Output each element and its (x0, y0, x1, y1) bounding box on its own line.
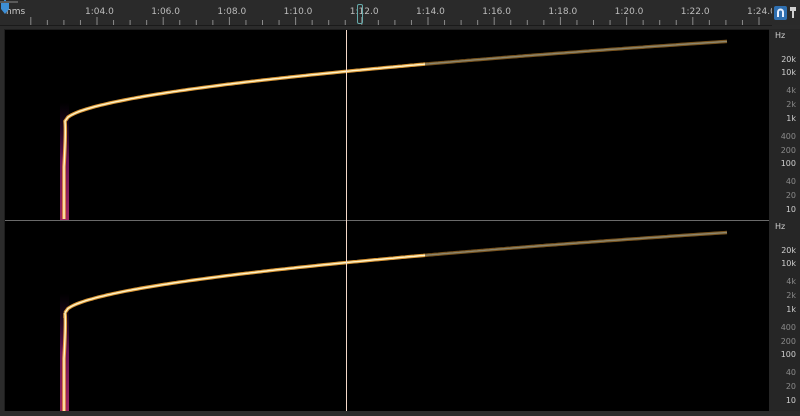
frequency-tick-label: 40 (785, 368, 796, 377)
ruler-tick-label: 1:20.0 (614, 7, 644, 17)
frequency-tick-label: 4k (786, 277, 796, 286)
ruler-tick-label: 1:16.0 (482, 7, 511, 17)
ruler-tick-label: 1:08.0 (217, 7, 247, 17)
spectral-frequency-display[interactable] (4, 29, 771, 413)
frequency-tick-label: 40 (785, 177, 796, 186)
frequency-tick-label: 20k (781, 246, 796, 255)
sweep-fade (425, 30, 745, 87)
frequency-tick-label: 1k (786, 305, 796, 314)
sweep-fade (425, 221, 745, 279)
channel-2-sweep (60, 221, 745, 412)
frequency-unit-label: Hz (775, 222, 786, 231)
frequency-tick-label: 200 (780, 146, 796, 155)
spectrogram-canvas[interactable] (5, 30, 770, 412)
frequency-scale[interactable]: Hz 20k 10k 4k 2k 1k 400 200 100 40 20 10 Hz 20k 10k… (769, 29, 800, 411)
frequency-tick-label: 100 (780, 350, 796, 359)
frequency-tick-label: 20 (785, 382, 796, 391)
ruler-toolbar (772, 0, 800, 25)
frequency-tick-label: 400 (780, 132, 796, 141)
ruler-tick-label: 1:04.0 (85, 7, 114, 17)
frequency-tick-label: 2k (786, 100, 796, 109)
frequency-tick-label: 1k (786, 114, 796, 123)
pin-icon[interactable] (789, 6, 800, 20)
time-ruler[interactable]: hms 1:04.0 1:06.0 1:08.0 1:10.0 1:12.0 1:14.0… (0, 0, 776, 26)
frequency-tick-label: 10k (781, 259, 796, 268)
frequency-tick-label: 10k (781, 68, 796, 77)
ruler-tick-label: 1:18.0 (548, 7, 578, 17)
magnet-icon[interactable] (774, 6, 787, 20)
frequency-tick-label: 10 (785, 396, 796, 405)
frequency-tick-label: 100 (780, 159, 796, 168)
ruler-ticks (30, 17, 760, 25)
frequency-tick-label: 2k (786, 291, 796, 300)
ruler-tick-label: 1:14.0 (416, 7, 445, 17)
channel-1-sweep (60, 30, 745, 220)
ruler-tick-label: 1:10.0 (283, 7, 313, 17)
bottom-border (0, 411, 800, 416)
frequency-tick-label: 20 (785, 191, 796, 200)
selection-handle[interactable] (357, 4, 363, 24)
frequency-tick-label: 200 (780, 337, 796, 346)
ruler-tick-label: 1:12.0 (349, 7, 379, 17)
scroll-grip-icon[interactable] (0, 0, 18, 4)
ruler-tick-label: 1:06.0 (151, 7, 180, 17)
frequency-tick-label: 400 (780, 323, 796, 332)
ruler-tick-label: 1:22.0 (680, 7, 710, 17)
frequency-tick-label: 4k (786, 86, 796, 95)
frequency-tick-label: 20k (781, 55, 796, 64)
frequency-tick-label: 10 (785, 205, 796, 214)
frequency-unit-label: Hz (775, 31, 786, 40)
